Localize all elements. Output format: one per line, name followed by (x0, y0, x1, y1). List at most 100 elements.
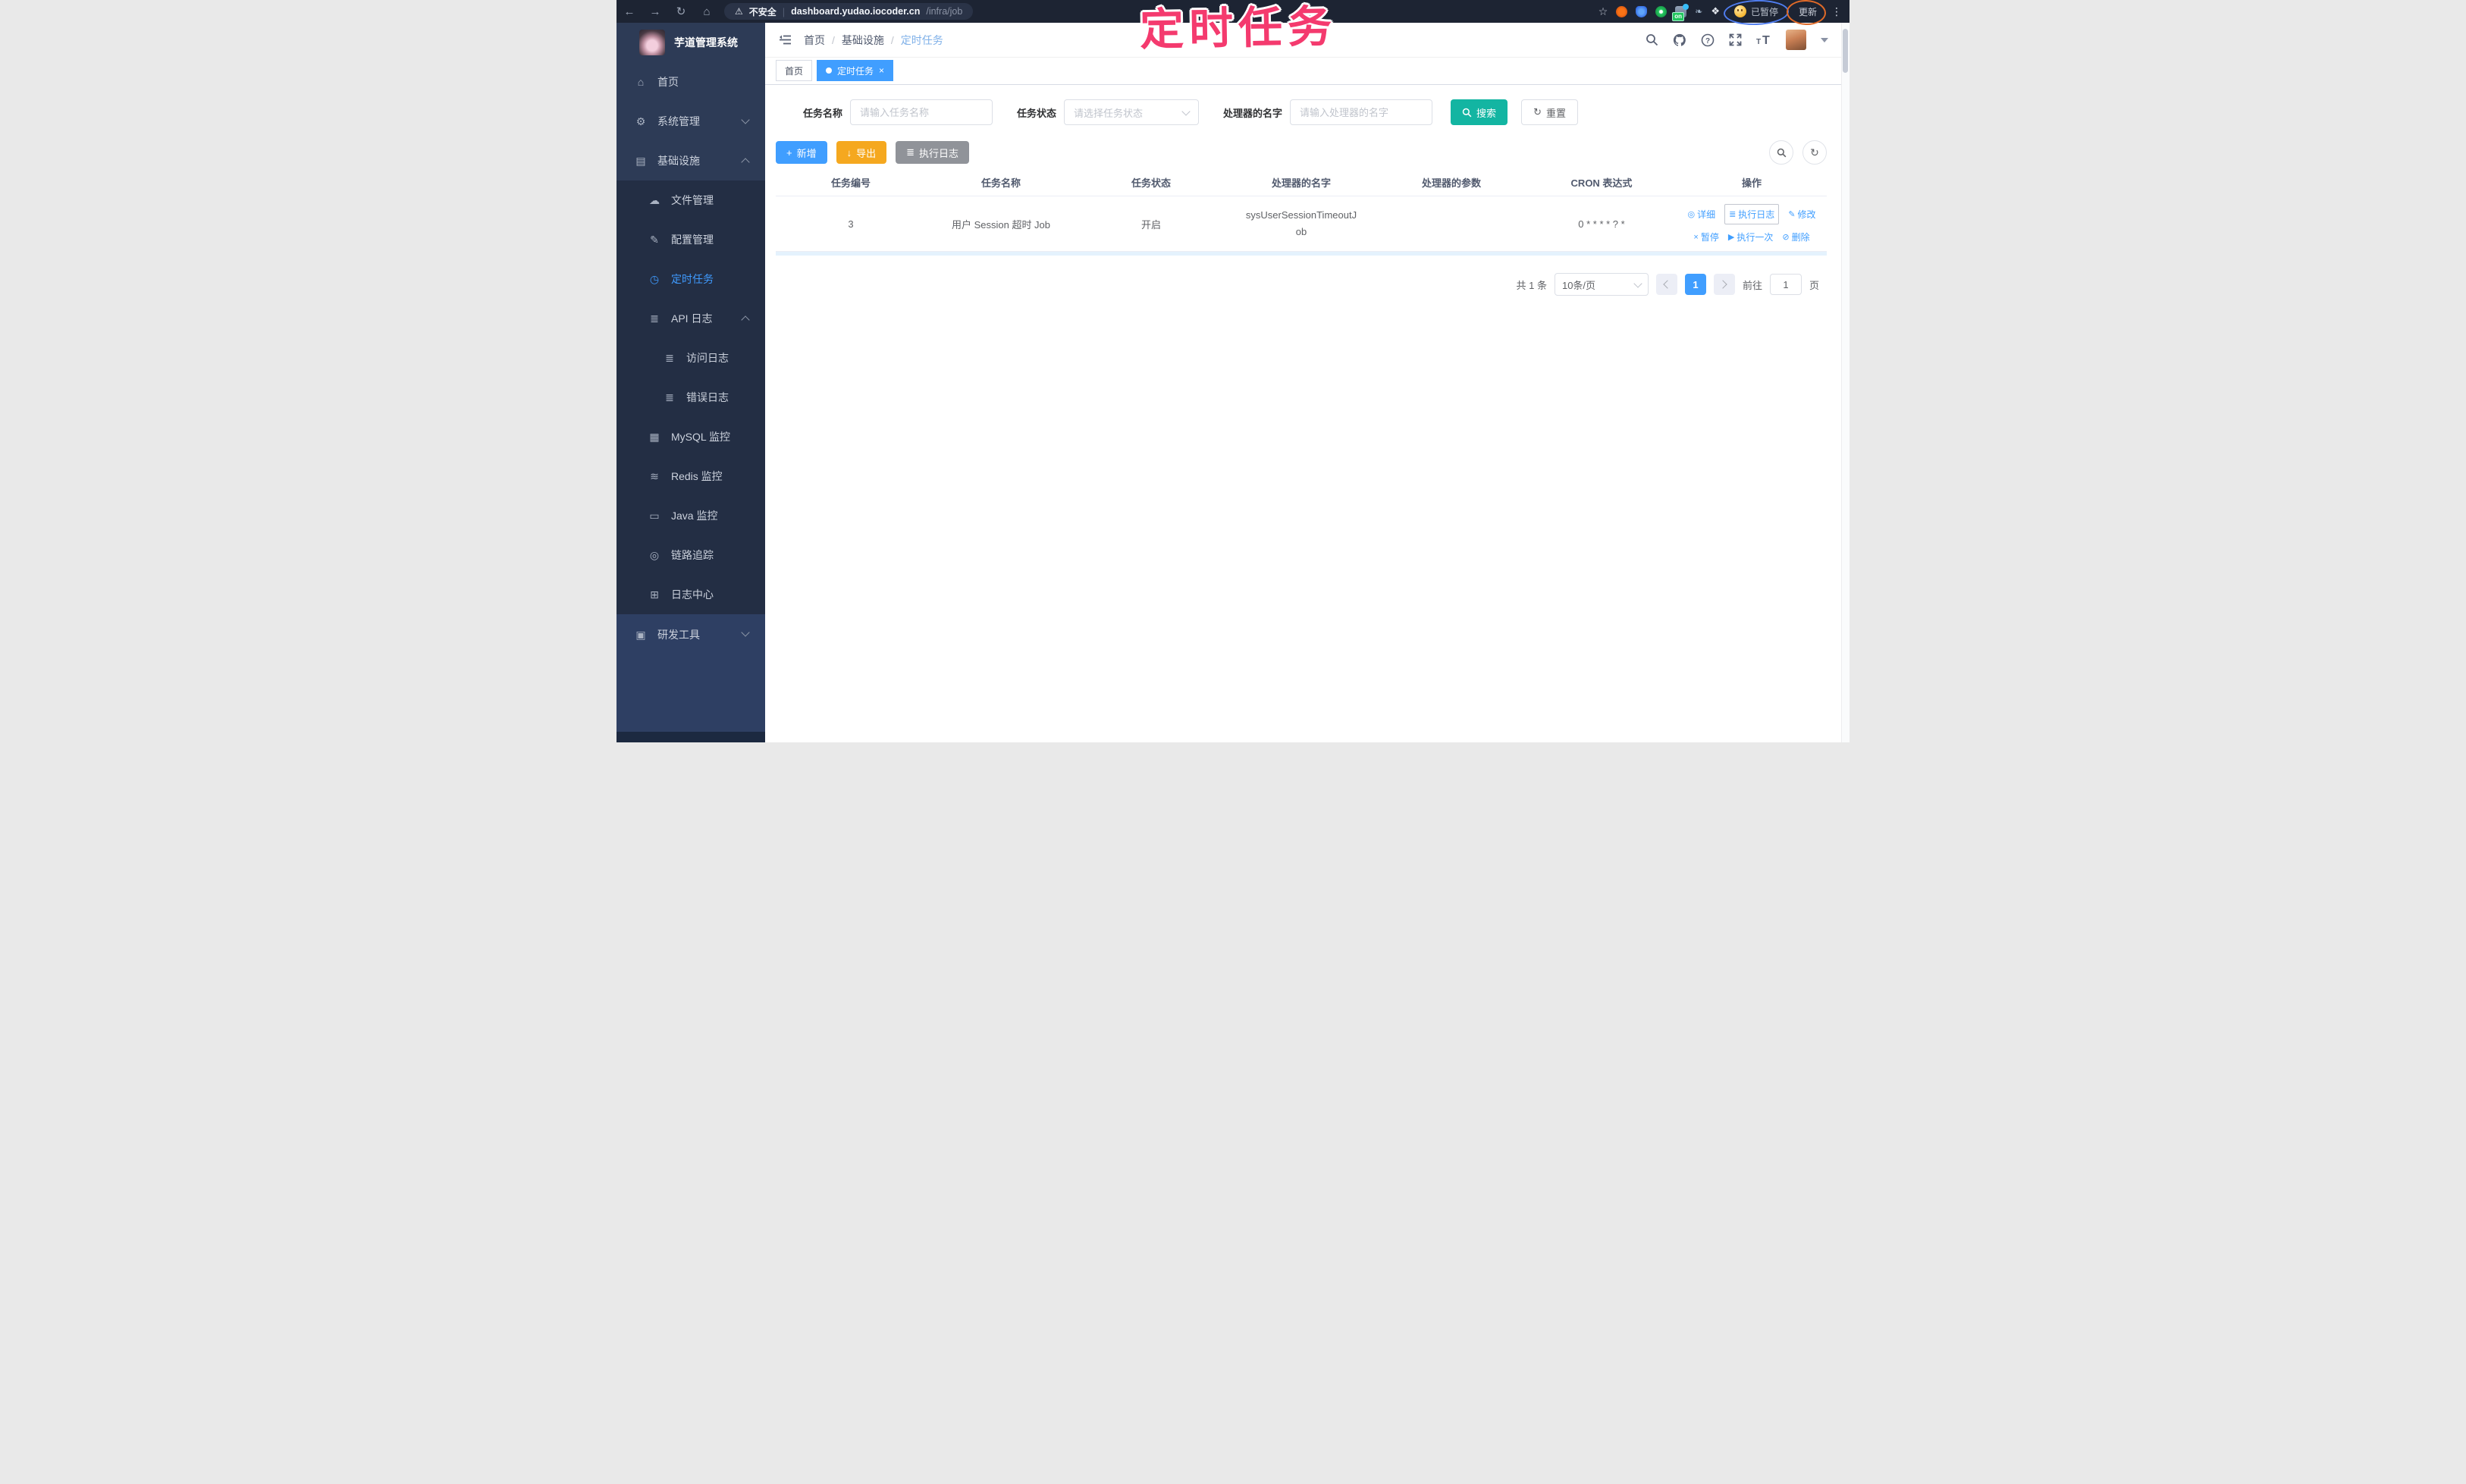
redis-monitor-icon: ≋ (650, 469, 659, 482)
sidebar-item-label: 定时任务 (671, 273, 714, 285)
mysql-monitor-icon: ▦ (649, 430, 660, 443)
export-button-label: 导出 (856, 147, 877, 159)
extensions-puzzle-icon[interactable]: ❖ (1711, 5, 1720, 17)
profile-paused-group[interactable]: 已暂停 (1723, 0, 1790, 26)
sidebar-item-label: 配置管理 (671, 234, 714, 246)
action-modify-link[interactable]: ✎ 修改 (1788, 208, 1815, 221)
action-pause-link[interactable]: × 暂停 (1693, 231, 1718, 243)
table-header-row: 任务编号 任务名称 任务状态 处理器的名字 处理器的参数 CRON 表达式 操作 (776, 168, 1827, 196)
user-menu-caret-icon[interactable] (1821, 37, 1828, 42)
user-avatar[interactable] (1786, 30, 1806, 50)
exec-log-button[interactable]: ≣ 执行日志 (896, 141, 970, 164)
sidebar-item-label: 错误日志 (686, 391, 729, 403)
topbar: 首页 / 基础设施 / 定时任务 ? T T (765, 23, 1842, 58)
sidebar-item-api-log[interactable]: ≣ API 日志 (616, 299, 765, 338)
search-button[interactable]: 搜索 (1451, 99, 1508, 125)
breadcrumb-separator: / (890, 33, 894, 46)
breadcrumb-home[interactable]: 首页 (804, 33, 825, 48)
cell-handler-params (1376, 216, 1526, 231)
tab-label: 定时任务 (837, 65, 874, 77)
col-header-cron: CRON 表达式 (1570, 177, 1633, 189)
export-button[interactable]: ↓ 导出 (836, 141, 887, 164)
log-center-icon: ⊞ (650, 588, 659, 601)
plus-icon: + (786, 146, 792, 158)
col-header-task-status: 任务状态 (1131, 177, 1171, 189)
extension-blue-icon[interactable] (1636, 5, 1648, 17)
reset-button[interactable]: ↻ 重置 (1521, 99, 1578, 125)
security-label: 不安全 (748, 6, 777, 17)
sidebar-item-mysql-monitor[interactable]: ▦ MySQL 监控 (616, 417, 765, 456)
browser-update-button[interactable]: 更新 (1786, 0, 1827, 26)
prev-page-button[interactable] (1655, 274, 1677, 295)
sidebar-item-system-management[interactable]: ⚙ 系统管理 (616, 102, 765, 141)
sidebar-item-redis-monitor[interactable]: ≋ Redis 监控 (616, 456, 765, 496)
fullscreen-icon[interactable] (1729, 33, 1742, 46)
task-name-input[interactable] (850, 99, 993, 125)
on-badge: on (1672, 11, 1685, 21)
handler-name-input[interactable] (1290, 99, 1433, 125)
vertical-scrollbar[interactable] (1841, 23, 1850, 742)
infrastructure-submenu: ☁ 文件管理 ✎ 配置管理 ◷ 定时任务 ≣ API 日志 ≣ 访问日志 ≣ 错… (616, 180, 765, 614)
browser-reload-icon[interactable]: ↻ (668, 5, 694, 18)
task-status-select[interactable]: 请选择任务状态 (1064, 99, 1200, 125)
sidebar-item-error-log[interactable]: ≣ 错误日志 (616, 378, 765, 417)
breadcrumb-infrastructure[interactable]: 基础设施 (842, 33, 884, 48)
extension-green-icon[interactable] (1655, 5, 1668, 17)
main-content: 首页 / 基础设施 / 定时任务 ? T T 首页 定时任务 × 任务名称 请输… (765, 23, 1842, 742)
search-icon[interactable] (1646, 33, 1658, 46)
sidebar-item-infrastructure[interactable]: ▤ 基础设施 (616, 141, 765, 180)
tab-scheduled-tasks[interactable]: 定时任务 × (817, 60, 894, 81)
tab-home[interactable]: 首页 (776, 60, 813, 81)
extension-leaf-icon[interactable]: ❧ (1695, 6, 1702, 17)
chevron-down-icon (741, 628, 750, 637)
gear-icon: ⚙ (635, 115, 646, 127)
font-size-icon[interactable]: TT (1756, 33, 1771, 46)
browser-menu-icon[interactable]: ⋮ (1831, 5, 1842, 18)
current-page-button[interactable]: 1 (1684, 274, 1706, 295)
trash-icon: ⊘ (1782, 233, 1790, 242)
sidebar-item-scheduled-tasks[interactable]: ◷ 定时任务 (616, 259, 765, 299)
sidebar-item-devtools[interactable]: ▣ 研发工具 (616, 614, 765, 655)
cell-task-status: 开启 (1140, 218, 1161, 231)
active-tab-dot (826, 67, 833, 74)
address-bar[interactable]: ⚠ 不安全 | dashboard.yudao.iocoder.cn/infra… (724, 3, 974, 20)
sidebar-item-home[interactable]: ⌂ 首页 (616, 62, 765, 102)
goto-page-input[interactable] (1769, 274, 1802, 295)
action-exec-log-link[interactable]: ≣ 执行日志 (1724, 204, 1780, 224)
sidebar-item-config-management[interactable]: ✎ 配置管理 (616, 220, 765, 259)
bookmark-star-icon[interactable]: ☆ (1599, 5, 1608, 18)
extension-orange-icon[interactable] (1616, 5, 1628, 17)
page-size-select[interactable]: 10条/页 (1554, 273, 1649, 296)
sidebar-fold-icon[interactable] (779, 34, 792, 45)
infra-icon: ▤ (635, 154, 646, 167)
hide-search-button[interactable] (1769, 140, 1793, 165)
col-header-handler-name: 处理器的名字 (1271, 177, 1331, 189)
action-detail-link[interactable]: ◎ 详细 (1687, 208, 1715, 221)
extension-grid-icon[interactable]: on (1672, 3, 1689, 21)
next-page-button[interactable] (1713, 274, 1735, 295)
sidebar-item-access-log[interactable]: ≣ 访问日志 (616, 338, 765, 378)
sidebar-item-log-center[interactable]: ⊞ 日志中心 (616, 575, 765, 614)
tab-close-icon[interactable]: × (879, 66, 884, 75)
browser-forward-icon[interactable]: → (642, 5, 668, 18)
col-header-task-id: 任务编号 (830, 177, 871, 189)
help-icon[interactable]: ? (1701, 33, 1715, 47)
github-icon[interactable] (1673, 33, 1686, 47)
add-button[interactable]: + 新增 (776, 141, 827, 164)
browser-home-icon[interactable]: ⌂ (694, 5, 720, 18)
sidebar-item-trace[interactable]: ◎ 链路追踪 (616, 535, 765, 575)
refresh-button[interactable]: ↻ (1802, 140, 1827, 165)
sidebar-item-java-monitor[interactable]: ▭ Java 监控 (616, 496, 765, 535)
exec-log-button-label: 执行日志 (919, 147, 959, 159)
not-secure-warning-icon: ⚠ (735, 6, 743, 17)
action-run-once-link[interactable]: ▶ 执行一次 (1728, 231, 1773, 243)
scrollbar-thumb[interactable] (1843, 29, 1848, 73)
pause-icon: × (1693, 232, 1699, 242)
sidebar-item-file-management[interactable]: ☁ 文件管理 (616, 180, 765, 220)
api-log-icon: ≣ (650, 312, 659, 325)
eye-icon: ◎ (1687, 210, 1696, 219)
action-delete-link[interactable]: ⊘ 删除 (1782, 231, 1809, 243)
handler-name-label: 处理器的名字 (1223, 107, 1283, 119)
app-logo-row[interactable]: 芋道管理系统 (616, 23, 765, 62)
browser-back-icon[interactable]: ← (616, 5, 642, 18)
